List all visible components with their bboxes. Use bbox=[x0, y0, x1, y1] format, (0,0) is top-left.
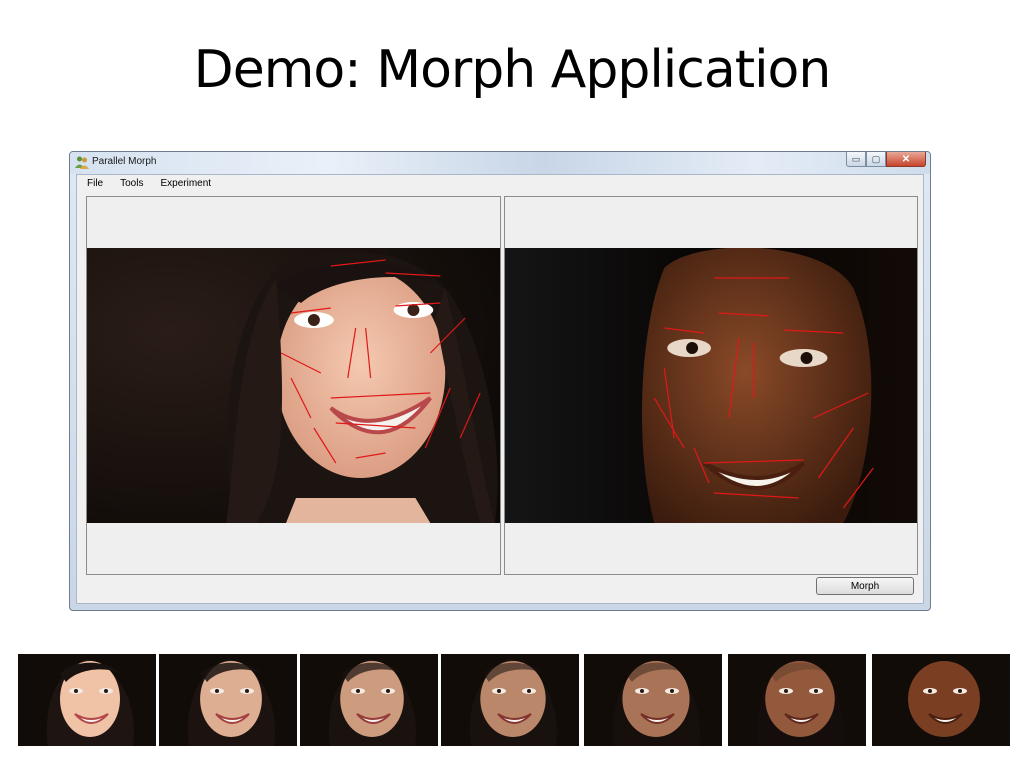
morph-frame-5 bbox=[584, 654, 722, 746]
target-image-panel[interactable] bbox=[504, 196, 918, 575]
close-icon: ✕ bbox=[901, 153, 911, 165]
menu-file[interactable]: File bbox=[77, 175, 110, 193]
client-area: File Tools Experiment Morph bbox=[76, 174, 924, 604]
menu-bar: File Tools Experiment bbox=[77, 175, 923, 193]
morph-frame-2 bbox=[159, 654, 297, 746]
morph-frame-6 bbox=[728, 654, 866, 746]
window-title: Parallel Morph bbox=[92, 156, 157, 167]
morph-button[interactable]: Morph bbox=[816, 577, 914, 595]
morph-frame-4 bbox=[441, 654, 579, 746]
morph-frame-1 bbox=[18, 654, 156, 746]
app-window: Parallel Morph ▭ ▢ ✕ File Tools Experime… bbox=[69, 151, 931, 611]
title-bar[interactable]: Parallel Morph ▭ ▢ ✕ bbox=[70, 152, 930, 174]
source-face-image[interactable] bbox=[87, 248, 500, 523]
source-image-panel[interactable] bbox=[86, 196, 501, 575]
morph-frame-3 bbox=[300, 654, 438, 746]
minimize-button[interactable]: ▭ bbox=[846, 152, 866, 167]
window-controls: ▭ ▢ ✕ bbox=[846, 152, 926, 169]
close-button[interactable]: ✕ bbox=[886, 152, 926, 167]
morph-sequence-strip bbox=[18, 654, 1010, 746]
maximize-icon: ▢ bbox=[871, 153, 881, 164]
menu-experiment[interactable]: Experiment bbox=[150, 175, 218, 193]
slide-title: Demo: Morph Application bbox=[193, 40, 832, 100]
minimize-icon: ▭ bbox=[851, 153, 861, 164]
menu-tools[interactable]: Tools bbox=[110, 175, 150, 193]
target-face-image[interactable] bbox=[505, 248, 917, 523]
maximize-button[interactable]: ▢ bbox=[866, 152, 886, 167]
morph-frame-7 bbox=[872, 654, 1010, 746]
app-people-icon bbox=[75, 156, 89, 169]
